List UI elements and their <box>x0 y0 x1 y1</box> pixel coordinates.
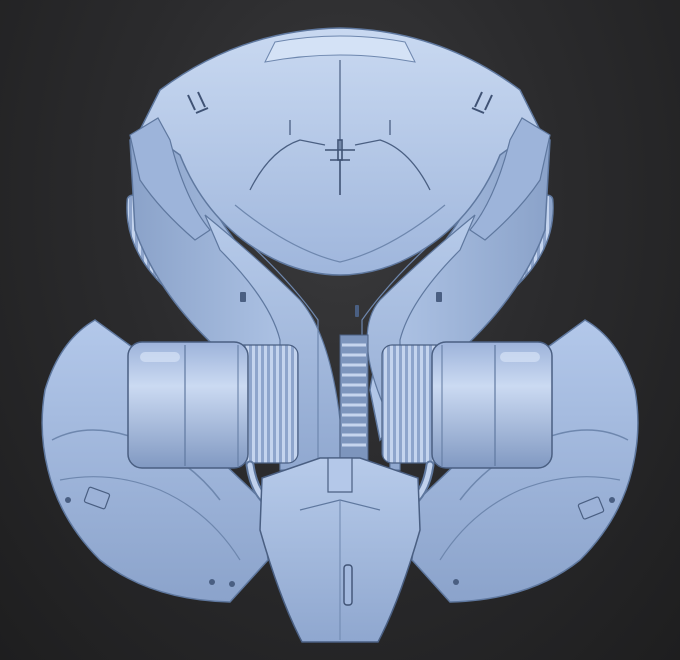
chin-guard <box>259 457 421 643</box>
right-canister <box>381 341 553 469</box>
center-grille <box>339 334 369 461</box>
helmet-render <box>41 27 639 643</box>
viewport-3d[interactable] <box>0 0 680 660</box>
left-canister <box>127 341 299 469</box>
